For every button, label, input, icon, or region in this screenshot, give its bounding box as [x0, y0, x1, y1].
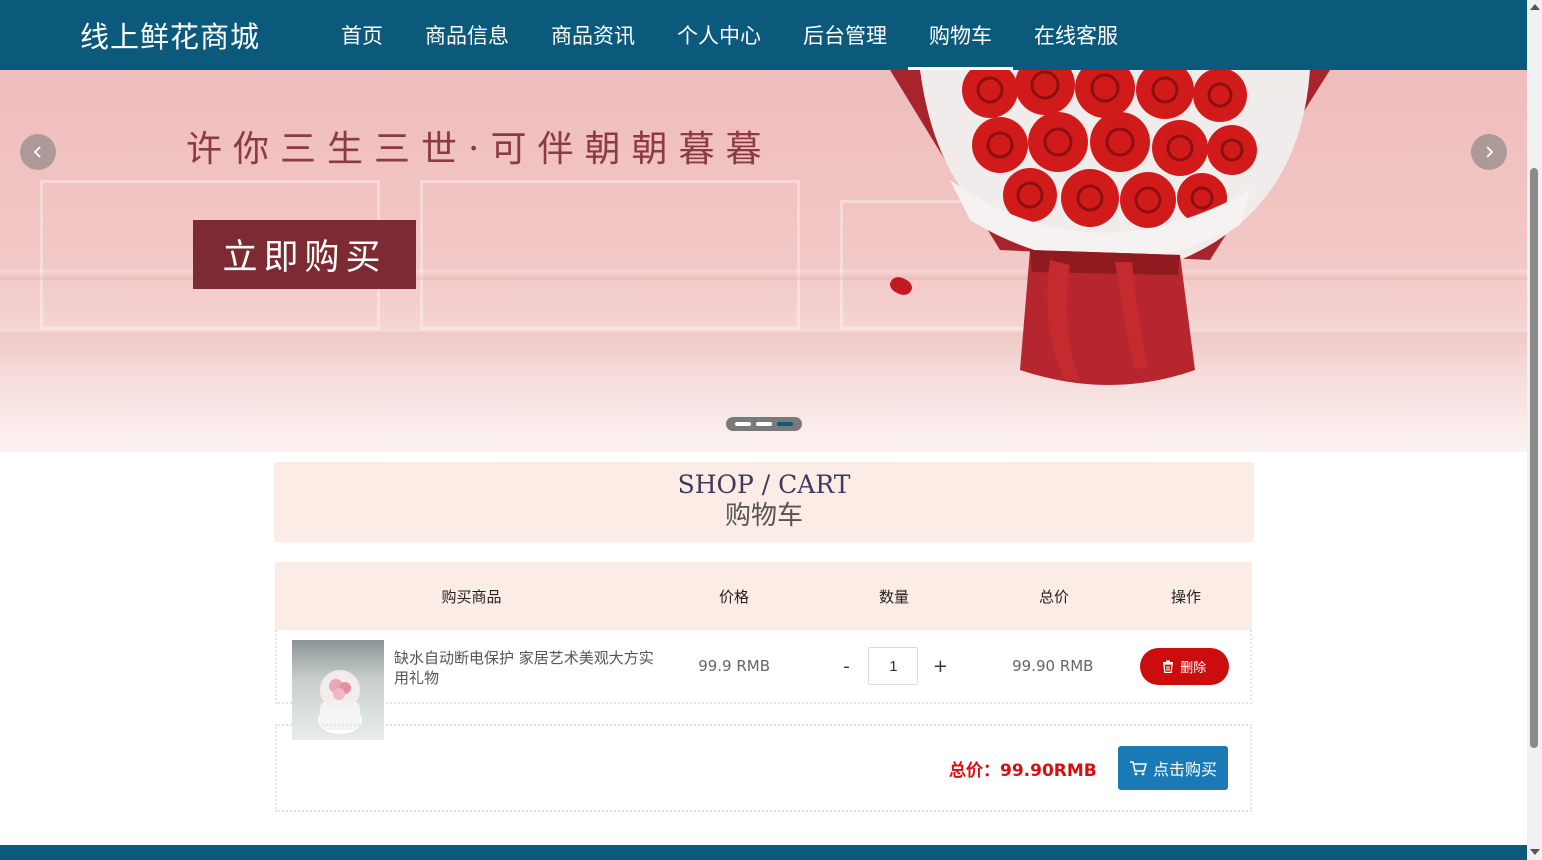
carousel-next-button[interactable]: [1471, 134, 1507, 170]
cart-summary: 总价：99.90RMB 点击购买: [275, 724, 1252, 812]
product-name[interactable]: 缺水自动断电保护 家居艺术美观大方实用礼物: [394, 648, 664, 688]
carousel-prev-button[interactable]: [20, 134, 56, 170]
cart-total: 总价：99.90RMB: [949, 761, 1097, 781]
scroll-up-arrow-icon[interactable]: [1530, 4, 1540, 10]
trash-icon: [1163, 660, 1174, 673]
quantity-increase-button[interactable]: +: [918, 656, 962, 677]
product-price: 99.9 RMB: [698, 657, 771, 675]
chevron-left-icon: [33, 146, 41, 158]
main-nav: 首页 商品信息 商品资讯 个人中心 后台管理 购物车 在线客服: [320, 0, 1139, 70]
cart-title-box: SHOP / CART 购物车: [274, 462, 1254, 542]
nav-item-admin[interactable]: 后台管理: [782, 0, 908, 70]
page: 线上鲜花商城 首页 商品信息 商品资讯 个人中心 后台管理 购物车 在线客服 许…: [0, 0, 1527, 860]
column-header-quantity: 数量: [878, 587, 909, 606]
delete-button[interactable]: 删除: [1139, 647, 1229, 685]
quantity-input[interactable]: [868, 647, 919, 685]
table-header: 购买商品 价格 数量 总价 操作: [275, 562, 1252, 630]
delete-label: 删除: [1180, 660, 1207, 676]
banner-carousel: 许你三生三世·可伴朝朝暮暮 立即购买: [0, 70, 1527, 452]
wall-panel: [420, 180, 800, 330]
nav-item-cart[interactable]: 购物车: [908, 0, 1013, 70]
quantity-decrease-button[interactable]: -: [824, 656, 868, 677]
carousel-dot[interactable]: [756, 422, 772, 426]
nav-item-support[interactable]: 在线客服: [1013, 0, 1139, 70]
banner-slogan: 许你三生三世·可伴朝朝暮暮: [186, 129, 773, 170]
scroll-thumb[interactable]: [1530, 168, 1538, 748]
checkout-button[interactable]: 点击购买: [1118, 746, 1228, 790]
banner-buy-now-button[interactable]: 立即购买: [193, 220, 416, 289]
nav-item-profile[interactable]: 个人中心: [656, 0, 782, 70]
column-header-action: 操作: [1170, 587, 1201, 606]
site-brand[interactable]: 线上鲜花商城: [80, 14, 260, 56]
nav-item-products[interactable]: 商品信息: [404, 0, 530, 70]
table-row: 缺水自动断电保护 家居艺术美观大方实用礼物 99.9 RMB - + 99.90…: [275, 630, 1252, 740]
product-subtotal: 99.90 RMB: [1012, 657, 1094, 675]
cart-title-cn: 购物车: [724, 501, 803, 531]
carousel-dot[interactable]: [735, 422, 751, 426]
nav-item-news[interactable]: 商品资讯: [530, 0, 656, 70]
column-header-price: 价格: [718, 587, 749, 606]
column-header-product: 购买商品: [441, 587, 502, 606]
scroll-down-arrow-icon[interactable]: [1530, 849, 1540, 855]
quantity-stepper: - +: [800, 647, 987, 685]
carousel-indicators: [726, 417, 802, 431]
cart-table: 购买商品 价格 数量 总价 操作 缺水自动断电保护 家居艺术美观大方实用礼物 9…: [275, 562, 1252, 740]
checkout-label: 点击购买: [1152, 760, 1217, 779]
quantity-cell: - +: [800, 647, 987, 685]
column-header-subtotal: 总价: [1038, 587, 1069, 606]
action-cell: 删除: [1119, 647, 1250, 685]
nav-item-home[interactable]: 首页: [320, 0, 404, 70]
chevron-right-icon: [1486, 146, 1494, 158]
page-scrollbar[interactable]: [1527, 0, 1542, 860]
cart-icon: [1129, 761, 1147, 776]
top-navbar: 线上鲜花商城 首页 商品信息 商品资讯 个人中心 后台管理 购物车 在线客服: [0, 0, 1527, 70]
cart-title-en: SHOP / CART: [677, 470, 851, 499]
carousel-dot-active[interactable]: [777, 422, 793, 426]
footer-bar: [0, 845, 1527, 860]
rose-bouquet-image: [890, 70, 1330, 385]
